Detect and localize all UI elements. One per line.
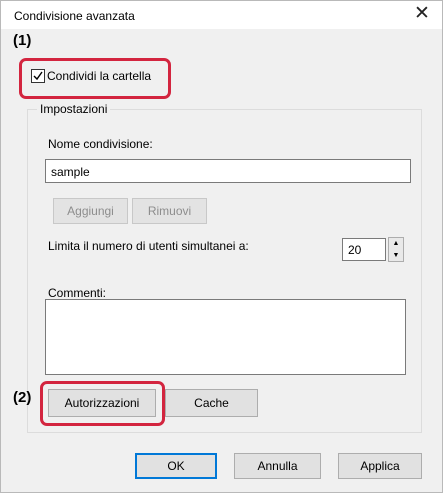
- annotation-2: (2): [13, 389, 32, 406]
- advanced-sharing-dialog: Condivisione avanzata ✕ (1) Condividi la…: [0, 0, 443, 493]
- share-name-input[interactable]: sample: [45, 159, 411, 183]
- comments-textarea[interactable]: [45, 299, 406, 375]
- share-name-label: Nome condivisione:: [48, 137, 153, 151]
- checkmark-icon: [33, 71, 43, 81]
- limit-users-input[interactable]: 20: [342, 238, 386, 261]
- limit-users-value: 20: [348, 243, 362, 257]
- share-folder-checkbox[interactable]: [31, 69, 45, 83]
- limit-users-spinner[interactable]: ▲ ▼: [388, 237, 404, 262]
- settings-legend: Impostazioni: [37, 102, 111, 116]
- remove-button[interactable]: Rimuovi: [132, 198, 207, 224]
- close-icon[interactable]: ✕: [409, 3, 435, 27]
- limit-users-label: Limita il numero di utenti simultanei a:: [48, 239, 249, 253]
- dialog-title: Condivisione avanzata: [14, 9, 135, 23]
- title-bar: Condivisione avanzata ✕: [1, 1, 442, 29]
- add-button[interactable]: Aggiungi: [53, 198, 128, 224]
- comments-label: Commenti:: [48, 286, 107, 300]
- ok-button[interactable]: OK: [135, 453, 217, 479]
- cancel-button[interactable]: Annulla: [234, 453, 321, 479]
- apply-button[interactable]: Applica: [338, 453, 422, 479]
- spin-down-icon[interactable]: ▼: [389, 250, 403, 261]
- annotation-1: (1): [13, 32, 32, 49]
- share-folder-label: Condividi la cartella: [47, 69, 152, 83]
- permissions-button[interactable]: Autorizzazioni: [48, 389, 156, 417]
- share-name-value: sample: [51, 165, 90, 179]
- cache-button[interactable]: Cache: [165, 389, 258, 417]
- spin-up-icon[interactable]: ▲: [389, 238, 403, 249]
